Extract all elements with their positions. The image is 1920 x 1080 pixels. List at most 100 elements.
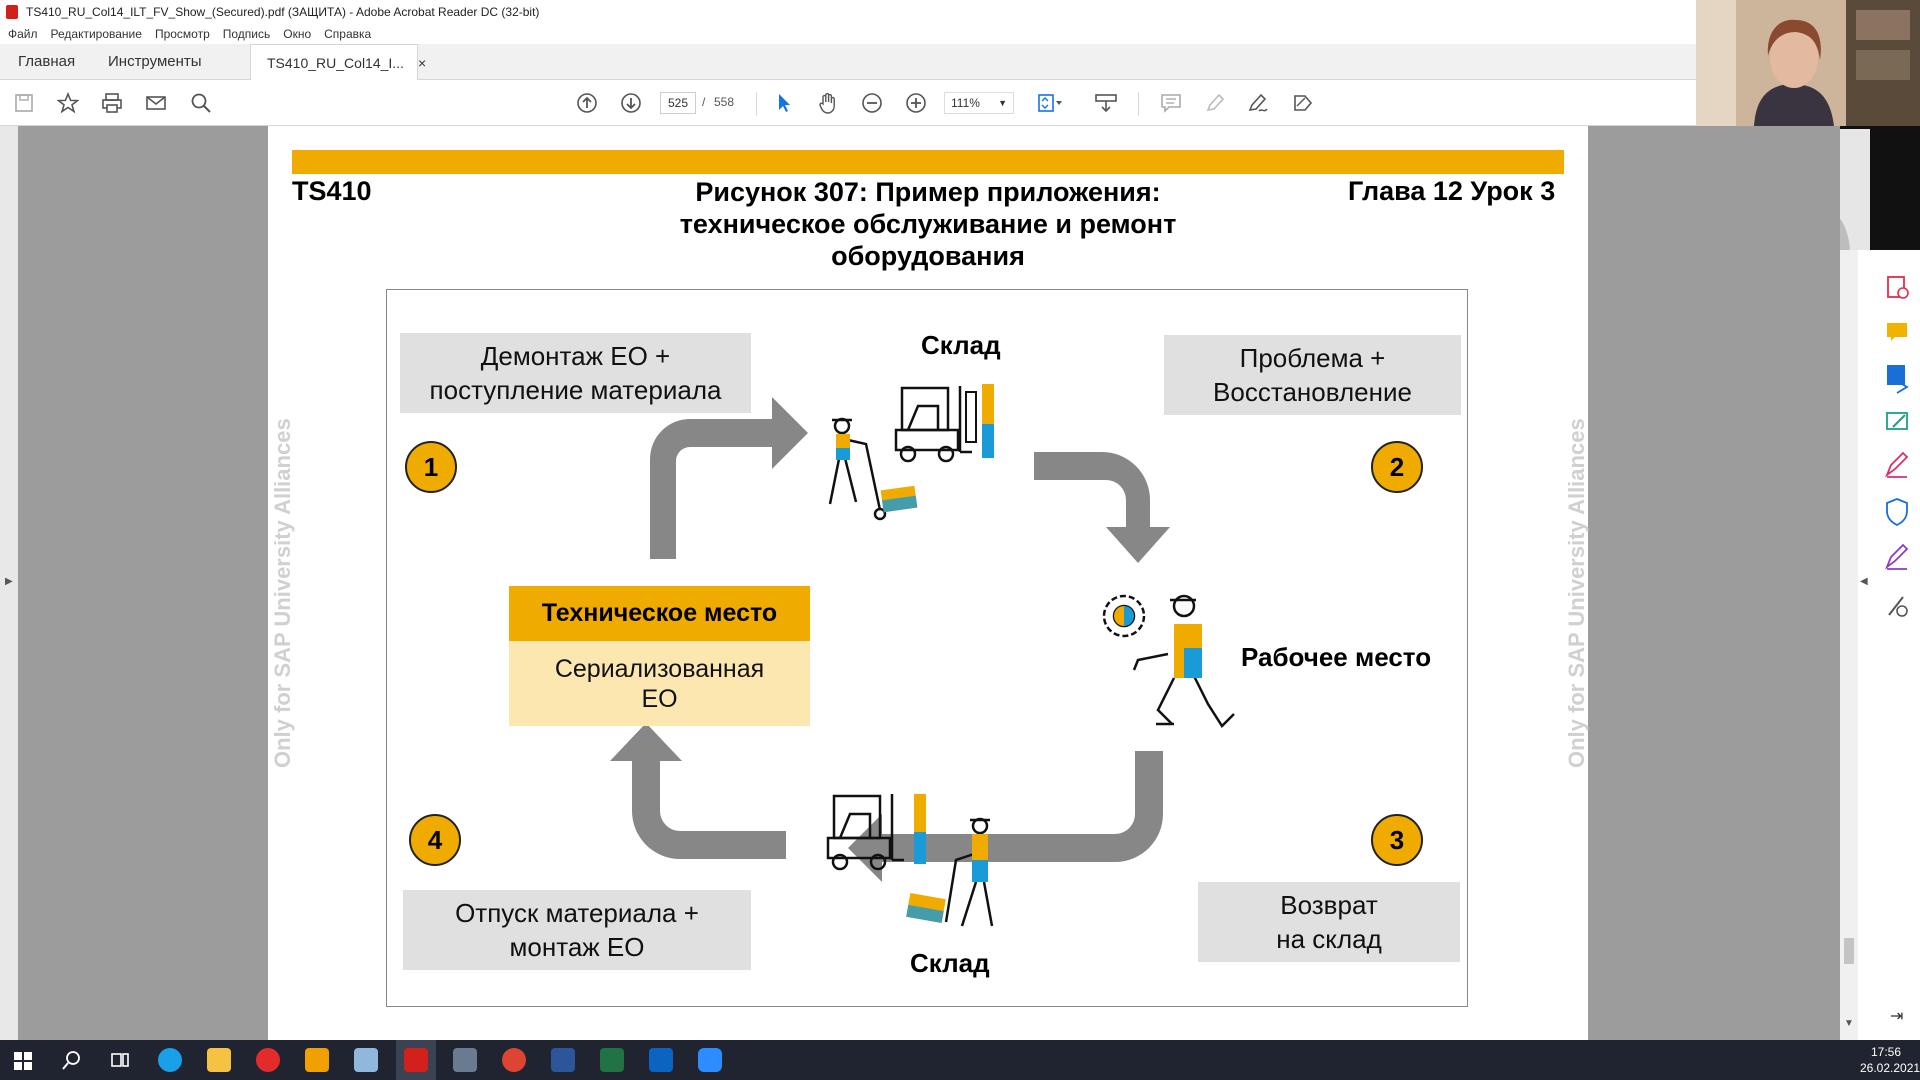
file-explorer-icon[interactable] <box>207 1048 231 1072</box>
fill-sign-icon[interactable] <box>1884 451 1909 478</box>
excel-icon[interactable] <box>600 1048 624 1072</box>
step-number-1: 1 <box>405 441 457 493</box>
step3-text: на склад <box>1276 924 1382 954</box>
sign-tool-icon[interactable] <box>1884 543 1909 570</box>
edit-pdf-icon[interactable] <box>1886 412 1908 430</box>
tab-home[interactable]: Главная <box>2 44 91 80</box>
page-separator: / <box>702 95 706 109</box>
tab-bar: Главная Инструменты TS410_RU_Col14_I... × <box>0 44 1696 80</box>
arrow-to-warehouse <box>650 397 808 559</box>
step4-text: монтаж ЕО <box>509 932 645 962</box>
zoom-app-icon[interactable] <box>698 1048 722 1072</box>
comment-tool-icon[interactable] <box>1887 323 1907 341</box>
more-tools-icon[interactable] <box>1888 596 1908 617</box>
word-icon[interactable] <box>551 1048 575 1072</box>
zoom-value: 111% <box>951 96 980 110</box>
warehouse-forklift-worker-bottom-illustration <box>826 794 994 927</box>
window-title: TS410_RU_Col14_ILT_FV_Show_(Secured).pdf… <box>26 5 540 19</box>
scroll-mode-icon[interactable] <box>1092 89 1120 117</box>
right-panel-tools <box>1884 276 1909 617</box>
page-number-input[interactable]: 525 <box>660 92 696 114</box>
watermark-right: Only for SAP University Alliances <box>1564 418 1589 768</box>
acrobat-icon <box>6 5 18 19</box>
menu-sign[interactable]: Подпись <box>223 27 271 41</box>
previous-page-icon[interactable] <box>573 89 601 117</box>
zoom-select[interactable]: 111% ▼ <box>944 92 1014 114</box>
slide-title-line: оборудования <box>831 241 1025 271</box>
outlook-icon[interactable] <box>649 1048 673 1072</box>
search-icon[interactable] <box>187 89 215 117</box>
comment-icon[interactable] <box>1157 89 1185 117</box>
app-icon[interactable] <box>305 1048 329 1072</box>
serialized-eo-box: Сериализованная ЕО <box>509 641 810 726</box>
redact-tag-icon[interactable] <box>1289 89 1317 117</box>
email-icon[interactable] <box>142 89 170 117</box>
presenter-video <box>1696 0 1920 126</box>
fit-page-icon[interactable] <box>1036 89 1064 117</box>
menu-edit[interactable]: Редактирование <box>51 27 142 41</box>
collapse-right-panel-icon[interactable]: ◀ <box>1860 576 1868 587</box>
menu-help[interactable]: Справка <box>324 27 371 41</box>
header-accent-bar <box>292 150 1564 174</box>
select-arrow-icon[interactable] <box>770 89 798 117</box>
task-view-icon[interactable] <box>110 1050 130 1070</box>
mechanic-worker-illustration <box>1102 594 1235 728</box>
slide-title-line: техническое обслуживание и ремонт <box>679 209 1177 239</box>
tab-document[interactable]: TS410_RU_Col14_I... × <box>250 44 426 80</box>
arrow-to-tech-place <box>610 723 786 859</box>
scrollbar-thumb[interactable] <box>1844 938 1854 964</box>
expand-left-panel-icon[interactable]: ▶ <box>5 576 13 587</box>
print-icon[interactable] <box>98 89 126 117</box>
hand-tool-icon[interactable] <box>814 89 842 117</box>
warehouse-forklift-worker-illustration <box>828 384 994 521</box>
opera-icon[interactable] <box>256 1048 280 1072</box>
menu-view[interactable]: Просмотр <box>155 27 210 41</box>
serialized-eo-text: Сериализованная <box>554 654 765 683</box>
step2-box: Проблема + Восстановление <box>1164 335 1461 415</box>
zoom-out-icon[interactable] <box>858 89 886 117</box>
panel-toggle-icon[interactable]: ⇥ <box>1890 1006 1903 1026</box>
close-tab-icon[interactable]: × <box>418 55 426 71</box>
step4-text: Отпуск материала + <box>455 898 699 928</box>
chrome-icon[interactable] <box>502 1048 526 1072</box>
step4-box: Отпуск материала + монтаж ЕО <box>403 890 751 970</box>
title-bar: TS410_RU_Col14_ILT_FV_Show_(Secured).pdf… <box>0 0 1696 24</box>
step-number-3: 3 <box>1371 814 1423 866</box>
left-panel-collapsed[interactable]: ▶ <box>0 126 18 1040</box>
chapter-label: Глава 12 Урок 3 <box>1348 176 1556 206</box>
webcam-presenter <box>1696 0 1920 126</box>
step1-text: поступление материала <box>429 375 722 405</box>
highlight-pen-icon[interactable] <box>1201 89 1229 117</box>
clock-date: 26.02.2021 <box>1860 1061 1920 1075</box>
serialized-eo-text: ЕО <box>641 684 678 713</box>
toolbar-divider <box>1138 92 1139 116</box>
star-icon[interactable] <box>54 89 82 117</box>
protect-icon[interactable] <box>1886 498 1908 527</box>
export-pdf-icon[interactable] <box>1887 365 1909 394</box>
menu-window[interactable]: Окно <box>283 27 311 41</box>
step1-text: Демонтаж ЕО + <box>480 341 671 371</box>
sign-icon[interactable] <box>1245 89 1273 117</box>
tab-tools[interactable]: Инструменты <box>92 44 218 80</box>
vertical-scrollbar[interactable]: ▼ <box>1840 250 1858 1040</box>
zoom-in-icon[interactable] <box>902 89 930 117</box>
step1-box: Демонтаж ЕО + поступление материала <box>400 333 751 413</box>
tab-document-label: TS410_RU_Col14_I... <box>267 55 404 71</box>
step-number-4: 4 <box>409 814 461 866</box>
acrobat-taskbar-icon[interactable] <box>404 1048 428 1072</box>
menu-file[interactable]: Файл <box>8 27 38 41</box>
calculator-icon[interactable] <box>453 1048 477 1072</box>
save-icon[interactable] <box>10 89 38 117</box>
notes-icon[interactable] <box>354 1048 378 1072</box>
edge-icon[interactable] <box>158 1048 182 1072</box>
create-pdf-icon[interactable] <box>1887 276 1909 299</box>
next-page-icon[interactable] <box>617 89 645 117</box>
windows-start-icon[interactable] <box>14 1052 32 1070</box>
taskbar-search-icon[interactable] <box>62 1050 82 1070</box>
menu-bar: Файл Редактирование Просмотр Подпись Окн… <box>0 24 1696 44</box>
scroll-down-icon[interactable]: ▼ <box>1844 1018 1854 1029</box>
tech-place-header: Техническое место <box>509 586 810 641</box>
step3-text: Возврат <box>1280 890 1378 920</box>
system-clock[interactable]: 17:56 26.02.2021 <box>1860 1044 1920 1076</box>
course-code: TS410 <box>292 176 372 206</box>
